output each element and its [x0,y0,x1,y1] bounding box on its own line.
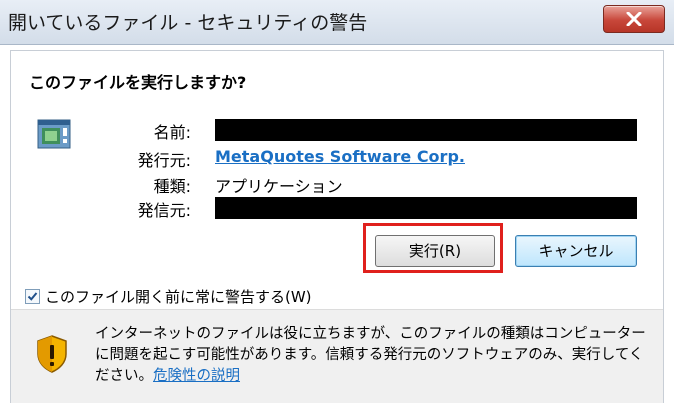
title-bar: 開いているファイル - セキュリティの警告 [0,0,674,45]
main-panel: このファイルを実行しますか? 名前: 発行元: MetaQuotes Softw… [11,51,663,307]
cancel-button[interactable]: キャンセル [515,235,637,267]
publisher-link[interactable]: MetaQuotes Software Corp. [215,147,465,166]
risk-explanation-link[interactable]: 危険性の説明 [153,368,240,384]
shield-warning-icon [37,335,67,373]
window-title: 開いているファイル - セキュリティの警告 [8,12,368,34]
type-value: アプリケーション [215,177,343,196]
close-button[interactable] [603,5,665,33]
warning-footer: インターネットのファイルは役に立ちますが、このファイルの種類はコンピューターに問… [11,309,663,403]
name-value-redacted [215,119,637,141]
publisher-label: 発行元: [137,151,191,170]
name-label: 名前: [153,123,191,142]
question-heading: このファイルを実行しますか? [29,73,247,92]
run-button[interactable]: 実行(R) [375,235,495,267]
warning-message: インターネットのファイルは役に立ちますが、このファイルの種類はコンピューターに問… [95,324,655,387]
source-label: 発信元: [137,201,191,220]
type-label: 種類: [153,177,191,196]
always-warn-label: このファイル開く前に常に警告する(W) [45,288,312,306]
close-icon [626,12,642,26]
always-warn-checkbox[interactable] [25,289,40,304]
dialog-body: このファイルを実行しますか? 名前: 発行元: MetaQuotes Softw… [10,50,664,403]
checkmark-icon [27,292,38,301]
source-value-redacted [215,197,637,219]
